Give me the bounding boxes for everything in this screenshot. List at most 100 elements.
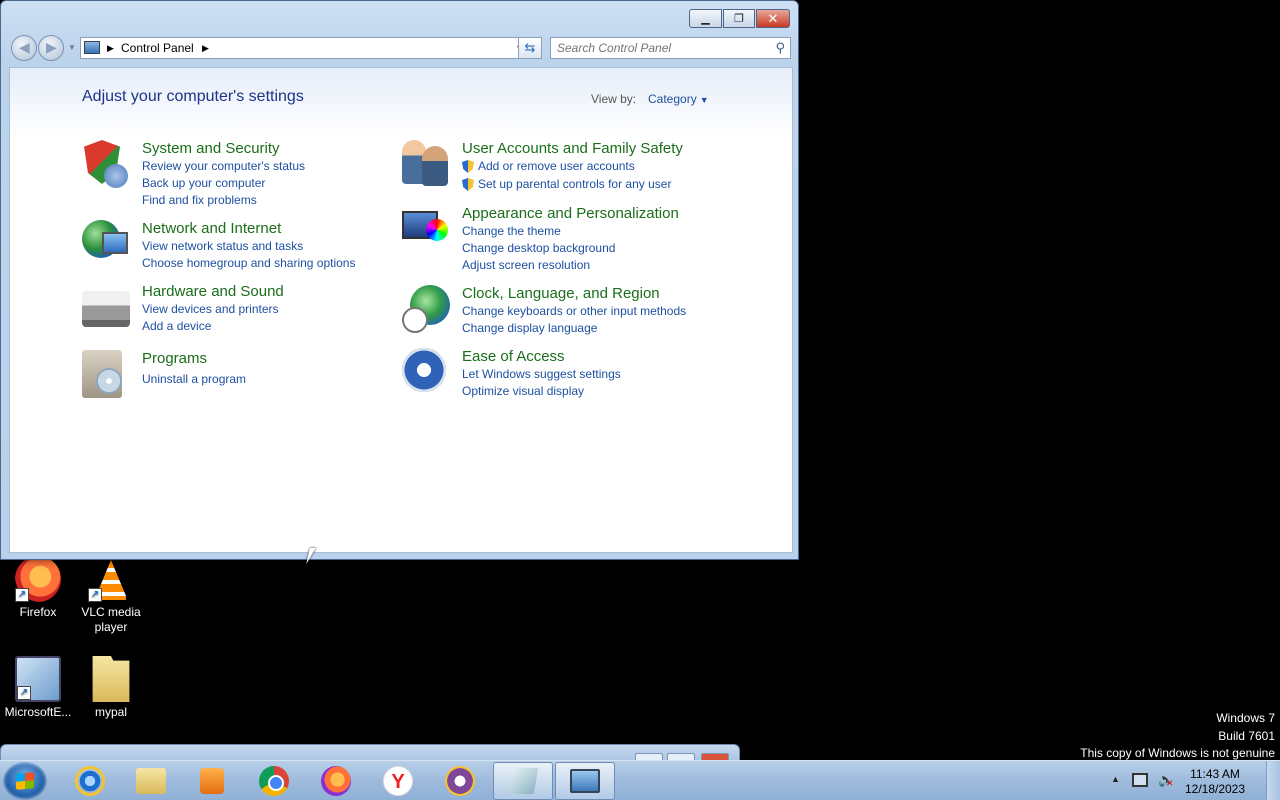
category-link[interactable]: Find and fix problems [142,193,257,207]
category-link[interactable]: Change desktop background [462,241,615,255]
category-hardware-sound: Hardware and Sound View devices and prin… [82,283,382,333]
category-link[interactable]: View devices and printers [142,302,279,316]
internet-explorer-icon [75,766,105,796]
category-link[interactable]: Change display language [462,321,597,335]
control-panel-icon [84,41,100,54]
chevron-right-icon[interactable]: ▶ [107,38,114,58]
clock[interactable]: 11:43 AM 12/18/2023 [1180,767,1250,797]
category-link[interactable]: Set up parental controls for any user [462,177,671,191]
taskbar-internet-explorer[interactable] [60,762,120,800]
minimize-button[interactable]: ▁ [689,9,722,28]
category-title[interactable]: System and Security [142,140,280,157]
category-link[interactable]: Change the theme [462,224,561,238]
address-bar[interactable]: ▶ Control Panel ▶ ▼ [80,37,529,59]
category-title[interactable]: Appearance and Personalization [462,205,679,222]
tor-browser-icon [445,766,475,796]
desktop-icon-label: VLC media player [81,605,141,634]
category-link[interactable]: Adjust screen resolution [462,258,590,272]
category-appearance: Appearance and Personalization Change th… [402,205,742,275]
control-panel-window: ▁ ❐ ✕ ▼ ▶ Control Panel ▶ ▼ ⇆ ⚲ Adjust y… [0,0,799,560]
category-link[interactable]: Uninstall a program [142,372,246,386]
taskbar-firefox[interactable] [306,762,366,800]
category-link[interactable]: Let Windows suggest settings [462,367,621,381]
windows-logo-icon [16,772,34,790]
view-by-dropdown[interactable]: Category ▼ [648,92,709,106]
chevron-right-icon[interactable]: ▶ [202,38,209,58]
recent-pages-dropdown[interactable]: ▼ [68,43,76,52]
search-icon[interactable]: ⚲ [775,40,785,56]
taskbar-file-explorer[interactable] [121,762,181,800]
desktop-icon-mypal[interactable]: mypal [73,656,149,720]
shortcut-arrow-icon: ↗ [15,588,29,602]
chevron-down-icon[interactable]: ▼ [700,95,709,105]
category-title[interactable]: Network and Internet [142,220,281,237]
show-desktop-button[interactable] [1266,761,1280,800]
control-panel-content: Adjust your computer's settings View by:… [9,67,793,553]
chrome-icon [259,766,289,796]
forward-button[interactable] [38,35,64,61]
taskbar-tor-browser[interactable] [430,762,490,800]
users-icon [422,146,448,186]
ease-of-access-icon [402,348,446,392]
category-link[interactable]: Choose homegroup and sharing options [142,256,355,270]
desktop-icon-microsoft-edge[interactable]: ↗ MicrosoftE... [0,656,76,720]
view-by-label: View by: [591,92,637,106]
clock-date: 12/18/2023 [1184,782,1246,796]
category-link[interactable]: Change keyboards or other input methods [462,304,686,318]
category-link[interactable]: Review your computer's status [142,159,305,173]
disc-icon [96,368,122,394]
desktop-icon-label: Firefox [19,605,57,619]
watermark-line: Windows 7 [1216,711,1275,725]
category-user-accounts: User Accounts and Family Safety Add or r… [402,140,742,191]
category-link[interactable]: Back up your computer [142,176,265,190]
network-monitor-icon [102,232,128,254]
shortcut-arrow-icon: ↗ [88,588,102,602]
breadcrumb-control-panel[interactable]: Control Panel [121,38,194,58]
media-player-icon [200,768,224,794]
close-button[interactable]: ✕ [756,9,790,28]
category-link[interactable]: Add or remove user accounts [462,159,635,173]
network-icon[interactable] [1132,773,1148,787]
category-link[interactable]: View network status and tasks [142,239,303,253]
category-programs: Programs Uninstall a program [82,350,382,400]
start-button[interactable] [3,762,47,800]
category-title[interactable]: User Accounts and Family Safety [462,140,683,157]
category-ease-of-access: Ease of Access Let Windows suggest setti… [402,348,742,398]
taskbar-open-window[interactable] [493,762,553,800]
control-panel-icon [570,769,600,793]
taskbar-yandex[interactable]: Y [368,762,428,800]
window-icon [507,768,539,794]
taskbar-media-player[interactable] [182,762,242,800]
taskbar: Y ▲ 🔈 ✕ 11:43 AM 12/18/2023 [0,760,1280,800]
category-link[interactable]: Add a device [142,319,211,333]
category-title[interactable]: Programs [142,350,207,367]
taskbar-control-panel[interactable] [555,762,615,800]
clock-time: 11:43 AM [1190,767,1240,781]
page-title: Adjust your computer's settings [82,88,304,105]
taskbar-chrome[interactable] [244,762,304,800]
folder-icon [92,656,130,702]
desktop-icon-label: MicrosoftE... [4,705,72,719]
desktop-icon-firefox[interactable]: ↗ Firefox [0,556,76,620]
windows-watermark: Windows 7 Build 7601 This copy of Window… [1080,710,1275,763]
folder-icon [136,768,166,794]
maximize-button[interactable]: ❐ [723,9,755,28]
show-hidden-icons-icon[interactable]: ▲ [1111,774,1120,784]
watermark-line: Build 7601 [1218,728,1275,743]
category-title[interactable]: Clock, Language, and Region [462,285,660,302]
search-box[interactable]: ⚲ [550,37,791,59]
navigation-bar: ▼ ▶ Control Panel ▶ ▼ ⇆ ⚲ [11,35,791,61]
category-title[interactable]: Ease of Access [462,348,565,365]
system-tray: ▲ 🔈 ✕ 11:43 AM 12/18/2023 [1106,761,1266,800]
desktop-icon-label: mypal [94,705,127,719]
refresh-button[interactable]: ⇆ [518,37,542,59]
firefox-icon [321,766,351,796]
back-button[interactable] [11,35,37,61]
view-by-value[interactable]: Category [648,92,697,106]
firefox-icon: ↗ [15,556,61,602]
category-link[interactable]: Optimize visual display [462,384,584,398]
category-title[interactable]: Hardware and Sound [142,283,284,300]
search-input[interactable] [557,38,767,58]
clock-icon [402,307,428,333]
desktop-icon-vlc[interactable]: ↗ VLC media player [73,556,149,635]
